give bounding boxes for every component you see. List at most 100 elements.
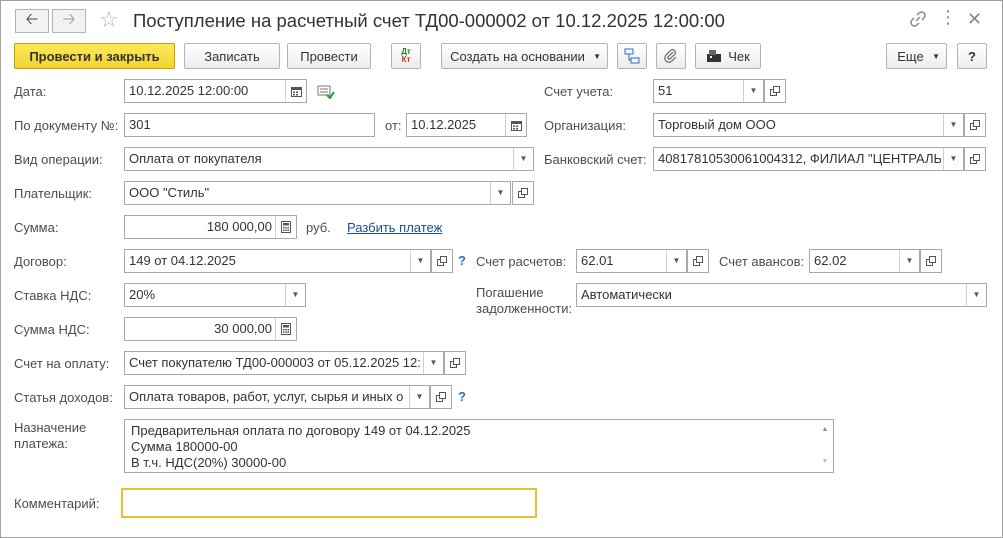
- date-field[interactable]: 10.12.2025 12:00:00: [124, 79, 307, 103]
- doc-no-label: По документу №:: [14, 118, 119, 133]
- purpose-label-line1: Назначение: [14, 420, 87, 435]
- debt-repay-label-line1: Погашение: [476, 285, 544, 300]
- arrow-right-icon: 🡢: [62, 10, 76, 28]
- operation-select[interactable]: Оплата от покупателя ▼: [124, 147, 534, 171]
- vat-sum-field[interactable]: 30 000,00: [124, 317, 297, 341]
- chevron-down-icon[interactable]: ▼: [743, 80, 763, 102]
- bank-account-select[interactable]: 40817810530061004312, ФИЛИАЛ "ЦЕНТРАЛЬ ▼: [653, 147, 964, 171]
- check-button[interactable]: Чек: [695, 43, 761, 69]
- numbering-icon[interactable]: [317, 83, 335, 102]
- debt-repay-select[interactable]: Автоматически ▼: [576, 283, 987, 307]
- attach-button[interactable]: [656, 43, 686, 69]
- account-label: Счет учета:: [544, 84, 614, 99]
- payer-open-button[interactable]: [512, 181, 534, 205]
- payer-label: Плательщик:: [14, 186, 93, 201]
- invoice-open-button[interactable]: [444, 351, 466, 375]
- doc-no-value: 301: [129, 117, 151, 132]
- chevron-down-icon[interactable]: ▼: [666, 250, 686, 272]
- chevron-down-icon[interactable]: ▼: [899, 250, 919, 272]
- structure-button[interactable]: [617, 43, 647, 69]
- calendar-icon[interactable]: [505, 114, 526, 136]
- calendar-icon[interactable]: [285, 80, 306, 102]
- purpose-label-line2: платежа:: [14, 436, 68, 451]
- organization-select[interactable]: Торговый дом ООО ▼: [653, 113, 964, 137]
- scroll-up-icon[interactable]: ▲: [822, 422, 829, 438]
- chevron-down-icon[interactable]: ▼: [513, 148, 533, 170]
- back-button[interactable]: 🡠: [15, 9, 49, 33]
- payer-select[interactable]: ООО "Стиль" ▼: [124, 181, 511, 205]
- open-icon: [436, 392, 446, 402]
- advance-account-value: 62.02: [814, 253, 847, 268]
- settle-account-open-button[interactable]: [687, 249, 709, 273]
- vat-sum-value: 30 000,00: [214, 321, 272, 336]
- open-icon: [970, 154, 980, 164]
- dt-kt-button[interactable]: Дт Кт: [391, 43, 421, 69]
- doc-no-field[interactable]: 301: [124, 113, 375, 137]
- organization-open-button[interactable]: [964, 113, 986, 137]
- document-window: 🡠 🡢 ☆ Поступление на расчетный счет ТД00…: [0, 0, 1003, 538]
- scroll-down-icon[interactable]: ▼: [822, 454, 829, 470]
- account-open-button[interactable]: [764, 79, 786, 103]
- create-based-on-label: Создать на основании: [450, 48, 585, 64]
- bank-account-open-button[interactable]: [964, 147, 986, 171]
- invoice-select[interactable]: Счет покупателю ТД00-000003 от 05.12.202…: [124, 351, 444, 375]
- post-button[interactable]: Провести: [287, 43, 371, 69]
- chevron-down-icon[interactable]: ▼: [490, 182, 510, 204]
- vat-rate-select[interactable]: 20% ▼: [124, 283, 306, 307]
- advance-account-open-button[interactable]: [920, 249, 942, 273]
- chevron-down-icon[interactable]: ▼: [966, 284, 986, 306]
- vat-rate-value: 20%: [129, 287, 156, 302]
- account-select[interactable]: 51 ▼: [653, 79, 764, 103]
- more-dots-icon[interactable]: ⋮: [939, 7, 957, 28]
- purpose-line: В т.ч. НДС(20%) 30000-00: [131, 455, 287, 470]
- split-payment-link[interactable]: Разбить платеж: [347, 220, 442, 235]
- contract-open-button[interactable]: [431, 249, 453, 273]
- favorite-star-icon[interactable]: ☆: [99, 7, 119, 33]
- post-and-close-button[interactable]: Провести и закрыть: [14, 43, 175, 69]
- comment-field[interactable]: [121, 488, 537, 518]
- advance-account-select[interactable]: 62.02 ▼: [809, 249, 920, 273]
- contract-select[interactable]: 149 от 04.12.2025 ▼: [124, 249, 431, 273]
- calculator-icon[interactable]: [275, 318, 296, 340]
- chevron-down-icon[interactable]: ▼: [943, 148, 963, 170]
- income-item-help-icon[interactable]: ?: [458, 389, 466, 404]
- operation-label: Вид операции:: [14, 152, 103, 167]
- settle-account-select[interactable]: 62.01 ▼: [576, 249, 687, 273]
- purpose-textarea[interactable]: Предварительная оплата по договору 149 о…: [124, 419, 834, 473]
- sum-field[interactable]: 180 000,00: [124, 215, 297, 239]
- bank-account-value: 40817810530061004312, ФИЛИАЛ "ЦЕНТРАЛЬ: [658, 151, 941, 166]
- close-icon[interactable]: ✕: [967, 9, 982, 30]
- payer-value: ООО "Стиль": [129, 185, 210, 200]
- contract-help-icon[interactable]: ?: [458, 253, 466, 268]
- invoice-label: Счет на оплату:: [14, 356, 110, 371]
- income-item-label: Статья доходов:: [14, 390, 113, 405]
- chevron-down-icon[interactable]: ▼: [943, 114, 963, 136]
- chevron-down-icon[interactable]: ▼: [285, 284, 305, 306]
- debt-repay-label-line2: задолженности:: [476, 301, 573, 316]
- create-based-on-button[interactable]: Создать на основании ▼: [441, 43, 608, 69]
- income-item-open-button[interactable]: [430, 385, 452, 409]
- help-button[interactable]: ?: [957, 43, 987, 69]
- chevron-down-icon[interactable]: ▼: [409, 386, 429, 408]
- calculator-icon[interactable]: [275, 216, 296, 238]
- forward-button[interactable]: 🡢: [52, 9, 86, 33]
- open-icon: [450, 358, 460, 368]
- invoice-value: Счет покупателю ТД00-000003 от 05.12.202…: [129, 355, 421, 370]
- purpose-line: Предварительная оплата по договору 149 о…: [131, 423, 471, 438]
- income-item-value: Оплата товаров, работ, услуг, сырья и ин…: [129, 389, 404, 404]
- advance-account-label: Счет авансов:: [719, 254, 805, 269]
- income-item-select[interactable]: Оплата товаров, работ, услуг, сырья и ин…: [124, 385, 430, 409]
- kt-label: Кт: [401, 55, 411, 64]
- scrollbar[interactable]: ▲ ▼: [819, 422, 831, 470]
- open-icon: [518, 188, 528, 198]
- more-button[interactable]: Еще ▼: [886, 43, 947, 69]
- page-title: Поступление на расчетный счет ТД00-00000…: [133, 10, 725, 31]
- contract-label: Договор:: [14, 254, 67, 269]
- doc-from-field[interactable]: 10.12.2025: [406, 113, 527, 137]
- vat-rate-label: Ставка НДС:: [14, 288, 92, 303]
- save-button[interactable]: Записать: [184, 43, 280, 69]
- link-icon[interactable]: [909, 10, 927, 31]
- chevron-down-icon[interactable]: ▼: [410, 250, 430, 272]
- chevron-down-icon[interactable]: ▼: [423, 352, 443, 374]
- open-icon: [770, 86, 780, 96]
